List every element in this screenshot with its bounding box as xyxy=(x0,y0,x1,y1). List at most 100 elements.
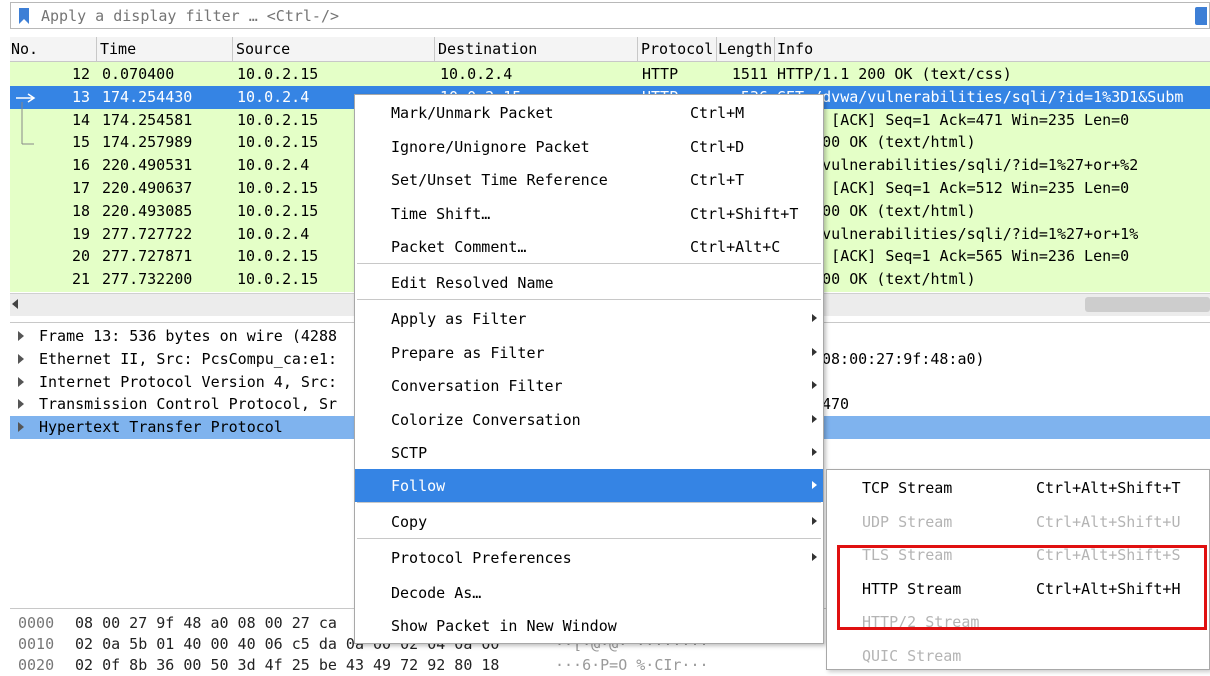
column-header-destination[interactable]: Destination xyxy=(438,40,638,58)
expand-arrow-icon[interactable] xyxy=(18,353,24,364)
submenu-item-tcp-stream[interactable]: TCP Stream Ctrl+Alt+Shift+T xyxy=(827,471,1209,504)
menu-item-label: Apply as Filter xyxy=(391,310,527,328)
menu-item-copy[interactable]: Copy xyxy=(355,505,823,538)
submenu-item-quic-stream: QUIC Stream xyxy=(827,639,1209,672)
packet-time: 220.490531 xyxy=(102,156,193,175)
packet-no: 19 xyxy=(71,224,90,243)
menu-item-label: Show Packet in New Window xyxy=(391,617,617,635)
packet-time: 220.493085 xyxy=(102,201,193,220)
menu-separator xyxy=(357,299,821,300)
packet-no: 12 xyxy=(71,65,90,83)
packet-no: 17 xyxy=(71,179,90,197)
detail-label: Transmission Control Protocol, Sr xyxy=(39,395,338,414)
menu-item-shortcut: Ctrl+T xyxy=(690,171,745,189)
submenu-arrow-icon xyxy=(812,553,817,561)
expand-arrow-icon[interactable] xyxy=(18,422,24,433)
menu-item-label: Copy xyxy=(391,513,428,531)
menu-item-mark-unmark-packet[interactable]: Mark/Unmark Packet Ctrl+M xyxy=(355,96,823,129)
packet-time: 277.727871 xyxy=(102,247,193,266)
menu-item-shortcut: Ctrl+Shift+T xyxy=(690,205,799,223)
menu-item-shortcut: Ctrl+M xyxy=(690,104,745,122)
packet-length: 1511 xyxy=(731,65,768,83)
packet-time: 220.490637 xyxy=(102,179,193,197)
packet-info: 35640 [ACK] Seq=1 Ack=512 Win=235 Len=0 xyxy=(777,179,1130,197)
menu-item-shortcut: Ctrl+Alt+C xyxy=(690,238,781,256)
submenu-item-label: UDP Stream xyxy=(862,512,953,531)
menu-item-show-packet-in-new-window[interactable]: Show Packet in New Window xyxy=(355,609,823,642)
scroll-left-icon[interactable] xyxy=(12,299,18,309)
display-filter-input[interactable] xyxy=(41,6,1161,26)
menu-item-packet-comment[interactable]: Packet Comment… Ctrl+Alt+C xyxy=(355,230,823,263)
menu-item-label: Edit Resolved Name xyxy=(391,274,554,292)
detail-label-tail: 470 xyxy=(822,395,850,414)
menu-item-conversation-filter[interactable]: Conversation Filter xyxy=(355,369,823,402)
menu-item-label: Time Shift… xyxy=(391,205,491,223)
submenu-arrow-icon xyxy=(812,481,817,489)
bytes-offset: 0010 xyxy=(18,635,55,653)
menu-item-label: Decode As… xyxy=(391,584,482,602)
packet-info: HTTP/1.1 200 OK (text/css) xyxy=(777,65,1012,83)
submenu-arrow-icon xyxy=(812,381,817,389)
column-header-no[interactable]: No. xyxy=(11,40,91,58)
packet-time: 277.732200 xyxy=(102,270,193,289)
submenu-arrow-icon xyxy=(812,448,817,456)
column-header-length[interactable]: Length xyxy=(718,40,774,58)
packet-no: 18 xyxy=(71,201,90,220)
scroll-thumb[interactable] xyxy=(1085,297,1210,312)
expand-arrow-icon[interactable] xyxy=(18,376,24,387)
menu-item-label: SCTP xyxy=(391,444,428,462)
menu-item-edit-resolved-name[interactable]: Edit Resolved Name xyxy=(355,266,823,299)
submenu-arrow-icon xyxy=(812,348,817,356)
menu-item-ignore-unignore-packet[interactable]: Ignore/Unignore Packet Ctrl+D xyxy=(355,130,823,163)
menu-item-set-unset-time-reference[interactable]: Set/Unset Time Reference Ctrl+T xyxy=(355,163,823,196)
menu-item-time-shift[interactable]: Time Shift… Ctrl+Shift+T xyxy=(355,197,823,230)
column-header-source[interactable]: Source xyxy=(236,40,431,58)
packet-info: dvwa/vulnerabilities/sqli/?id=1%27+or+%2 xyxy=(777,156,1139,175)
detail-label-tail: 08:00:27:9f:48:a0) xyxy=(822,349,985,368)
packet-time: 174.254430 xyxy=(102,87,193,106)
packet-info: dvwa/vulnerabilities/sqli/?id=1%27+or+1% xyxy=(777,224,1139,243)
related-packet-icon xyxy=(16,93,36,145)
submenu-item-shortcut: Ctrl+Alt+Shift+T xyxy=(1036,479,1181,497)
bytes-offset: 0020 xyxy=(18,656,55,674)
submenu-item-label: TCP Stream xyxy=(862,479,953,497)
submenu-arrow-icon xyxy=(812,517,817,525)
menu-item-label: Protocol Preferences xyxy=(391,549,572,567)
menu-item-label: Follow xyxy=(391,477,446,495)
packet-time: 174.257989 xyxy=(102,133,193,152)
menu-item-decode-as[interactable]: Decode As… xyxy=(355,576,823,609)
submenu-item-udp-stream: UDP Stream Ctrl+Alt+Shift+U xyxy=(827,505,1209,538)
packet-context-menu: Mark/Unmark Packet Ctrl+M Ignore/Unignore … xyxy=(354,94,824,644)
menu-item-colorize-conversation[interactable]: Colorize Conversation xyxy=(355,403,823,436)
menu-separator xyxy=(357,538,821,539)
packet-time: 277.727722 xyxy=(102,224,193,243)
menu-item-protocol-preferences[interactable]: Protocol Preferences xyxy=(355,541,823,574)
menu-item-apply-as-filter[interactable]: Apply as Filter xyxy=(355,302,823,335)
column-header-time[interactable]: Time xyxy=(100,40,230,58)
menu-item-label: Prepare as Filter xyxy=(391,344,545,362)
menu-item-sctp[interactable]: SCTP xyxy=(355,436,823,469)
packet-info: 1.1 200 OK (text/html) xyxy=(777,201,976,220)
detail-label: Frame 13: 536 bytes on wire (4288 xyxy=(39,327,338,345)
highlight-annotation-box xyxy=(837,545,1207,630)
packet-info: 1.1 200 OK (text/html) xyxy=(777,133,976,152)
filter-apply-icon[interactable] xyxy=(1195,7,1207,25)
bookmark-icon[interactable] xyxy=(17,7,31,25)
packet-no: 16 xyxy=(71,156,90,175)
submenu-arrow-icon xyxy=(812,415,817,423)
packet-info: 35642 [ACK] Seq=1 Ack=565 Win=236 Len=0 xyxy=(777,247,1130,266)
menu-item-label: Colorize Conversation xyxy=(391,411,581,429)
menu-item-follow[interactable]: Follow xyxy=(355,469,823,502)
menu-item-prepare-as-filter[interactable]: Prepare as Filter xyxy=(355,336,823,369)
packet-info: 1.1 200 OK (text/html) xyxy=(777,270,976,289)
submenu-item-shortcut: Ctrl+Alt+Shift+U xyxy=(1036,512,1181,531)
expand-arrow-icon[interactable] xyxy=(18,331,24,341)
column-header-protocol[interactable]: Protocol xyxy=(641,40,716,58)
menu-item-label: Conversation Filter xyxy=(391,377,563,395)
detail-label: Internet Protocol Version 4, Src: xyxy=(39,372,338,391)
expand-arrow-icon[interactable] xyxy=(18,399,24,410)
menu-item-shortcut: Ctrl+D xyxy=(690,138,745,156)
column-header-info[interactable]: Info xyxy=(777,40,1197,58)
table-row[interactable]: 12 0.070400 10.0.2.15 10.0.2.4 HTTP 1511 HTTP/… xyxy=(10,63,1210,86)
menu-separator xyxy=(357,263,821,264)
